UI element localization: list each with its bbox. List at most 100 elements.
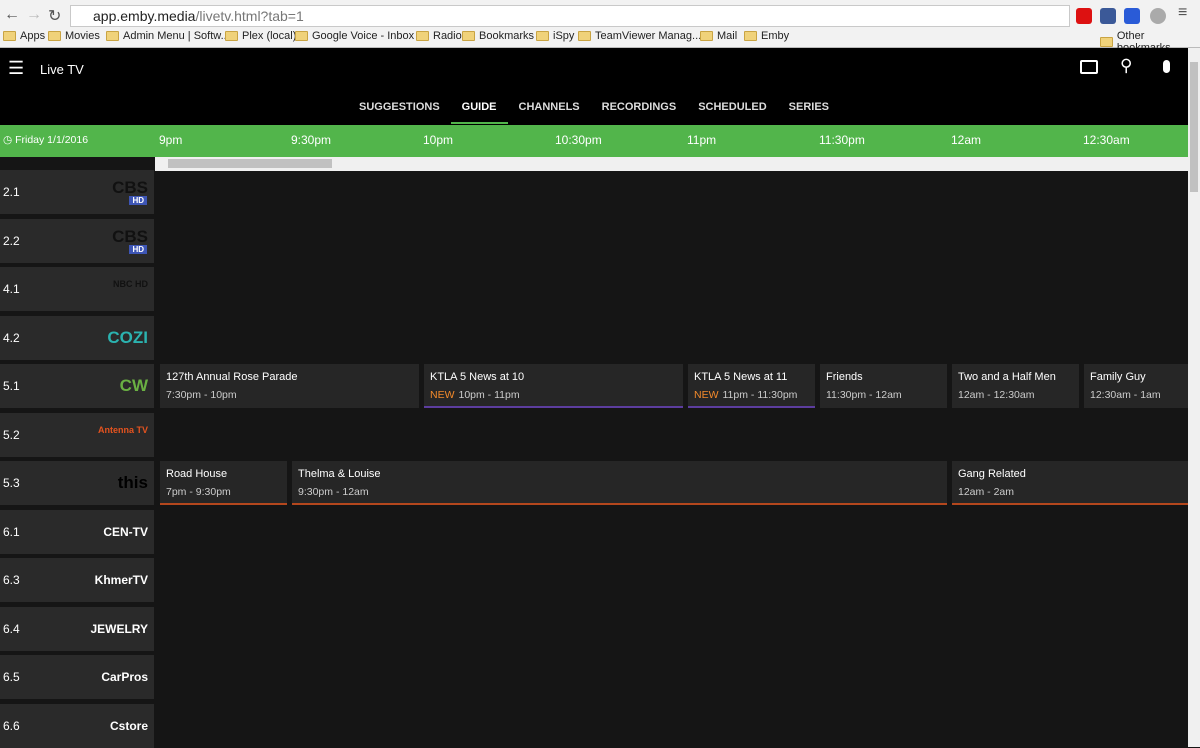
bookmark-item[interactable]: Emby bbox=[744, 30, 789, 42]
channel-row[interactable]: 2.2 CBS HD bbox=[0, 218, 154, 263]
address-bar[interactable]: app.emby.media/livetv.html?tab=1 bbox=[70, 5, 1070, 27]
bookmark-item[interactable]: Bookmarks bbox=[462, 30, 534, 42]
time-label: 11pm bbox=[687, 133, 717, 147]
program-time: 11pm - 11:30pm bbox=[722, 389, 798, 401]
channel-logo: COZI bbox=[107, 327, 148, 347]
channel-logo: Antenna TV bbox=[97, 424, 148, 435]
tab-guide[interactable]: GUIDE bbox=[450, 98, 508, 124]
bookmark-label: Plex (local) bbox=[242, 30, 297, 42]
program-time-row: 7:30pm - 10pm bbox=[166, 389, 413, 401]
program-time-row: NEW 10pm - 11pm bbox=[430, 389, 677, 401]
bookmark-item[interactable]: TeamViewer Manag... bbox=[578, 30, 701, 42]
channel-name: CarPros bbox=[101, 670, 148, 684]
program-cell[interactable]: Gang Related 12am - 2am bbox=[952, 461, 1188, 505]
bookmark-item[interactable]: Radio bbox=[416, 30, 462, 42]
horizontal-scrollbar[interactable] bbox=[155, 157, 1188, 171]
bookmark-icon bbox=[3, 31, 16, 41]
channel-number: 6.6 bbox=[3, 718, 20, 733]
back-icon[interactable]: ← bbox=[4, 6, 20, 24]
channel-number: 6.5 bbox=[3, 670, 20, 684]
channel-row[interactable]: 6.6 Cstore bbox=[0, 703, 154, 748]
program-time: 7:30pm - 10pm bbox=[166, 389, 237, 401]
tab-scheduled[interactable]: SCHEDULED bbox=[687, 98, 777, 124]
bookmark-label: Apps bbox=[20, 30, 46, 42]
bookmark-item[interactable]: Admin Menu | Softw... bbox=[106, 30, 230, 42]
channel-row[interactable]: 2.1 CBS HD bbox=[0, 170, 154, 214]
program-title: Thelma & Louise bbox=[298, 468, 381, 480]
channel-row[interactable]: 5.1 CW bbox=[0, 364, 154, 408]
program-cell[interactable]: 127th Annual Rose Parade 7:30pm - 10pm bbox=[160, 364, 419, 408]
bookmark-icon bbox=[462, 31, 475, 41]
bookmark-item[interactable]: Plex (local) bbox=[225, 30, 296, 42]
search-icon[interactable]: ⚲ bbox=[1120, 56, 1132, 76]
program-time: 12am - 12:30am bbox=[958, 389, 1035, 401]
program-title: Friends bbox=[826, 371, 863, 383]
program-time: 10pm - 11pm bbox=[458, 389, 520, 401]
channel-number: 6.4 bbox=[3, 621, 20, 636]
program-cell[interactable]: Friends 11:30pm - 12am bbox=[820, 364, 947, 408]
microphone-icon[interactable] bbox=[1163, 60, 1170, 73]
bookmark-icon bbox=[700, 31, 713, 41]
channel-row[interactable]: 5.3 this bbox=[0, 461, 154, 505]
forward-icon[interactable]: → bbox=[26, 6, 42, 24]
opera-icon[interactable] bbox=[1076, 8, 1092, 24]
bookmark-item[interactable]: Mail bbox=[700, 30, 737, 42]
program-title: KTLA 5 News at 10 bbox=[430, 371, 525, 383]
tab-channels[interactable]: CHANNELS bbox=[508, 98, 591, 124]
channel-logo: NBC HD bbox=[113, 279, 148, 289]
channel-logo: CW bbox=[119, 376, 148, 395]
program-time-row: 7pm - 9:30pm bbox=[166, 486, 281, 498]
tab-suggestions[interactable]: SUGGESTIONS bbox=[348, 98, 451, 124]
channel-number: 2.2 bbox=[3, 233, 20, 248]
program-time-row: 9:30pm - 12am bbox=[298, 486, 941, 498]
w-extension-icon[interactable] bbox=[1150, 8, 1166, 24]
channel-number: 6.3 bbox=[3, 573, 20, 587]
new-badge: NEW bbox=[694, 389, 719, 401]
bookmark-item[interactable]: Google Voice - Inbox bbox=[295, 30, 414, 42]
bookmark-label: Admin Menu | Softw... bbox=[123, 30, 230, 42]
vertical-scrollbar[interactable] bbox=[1188, 48, 1200, 747]
channel-name: Cstore bbox=[109, 718, 148, 733]
reload-icon[interactable]: ↻ bbox=[48, 6, 61, 26]
program-title: Family Guy bbox=[1090, 371, 1146, 383]
channel-number: 5.2 bbox=[3, 427, 20, 442]
tab-series[interactable]: SERIES bbox=[778, 98, 840, 124]
channel-row[interactable]: 4.1 NBC HD bbox=[0, 267, 154, 311]
time-label: 10pm bbox=[423, 133, 454, 147]
channel-logo-hd: HD bbox=[129, 244, 147, 254]
scrollbar-thumb[interactable] bbox=[1190, 62, 1198, 192]
program-cell[interactable]: KTLA 5 News at 10 NEW 10pm - 11pm bbox=[424, 364, 683, 408]
program-cell[interactable]: KTLA 5 News at 11 NEW 11pm - 11:30pm bbox=[688, 364, 815, 408]
channel-name: KhmerTV bbox=[94, 573, 148, 587]
url-path: /livetv.html?tab=1 bbox=[195, 8, 304, 24]
program-cell[interactable]: Thelma & Louise 9:30pm - 12am bbox=[292, 461, 947, 505]
scrollbar-thumb[interactable] bbox=[168, 159, 332, 168]
bookmark-icon bbox=[225, 31, 238, 41]
bookmark-item[interactable]: iSpy bbox=[536, 30, 574, 42]
bookmark-item[interactable]: Movies bbox=[48, 30, 100, 42]
program-cell[interactable]: Two and a Half Men 12am - 12:30am bbox=[952, 364, 1079, 408]
facebook-icon[interactable] bbox=[1100, 8, 1116, 24]
channel-row[interactable]: 6.1 CEN-TV bbox=[0, 509, 154, 554]
program-cell[interactable]: Road House 7pm - 9:30pm bbox=[160, 461, 287, 505]
tab-recordings[interactable]: RECORDINGS bbox=[591, 98, 688, 124]
cast-icon[interactable] bbox=[1080, 60, 1098, 74]
channel-row[interactable]: 4.2 COZI bbox=[0, 315, 154, 360]
program-cell[interactable]: Family Guy 12:30am - 1am bbox=[1084, 364, 1188, 408]
tab-bar: SUGGESTIONS GUIDE CHANNELS RECORDINGS SCHEDU… bbox=[0, 98, 1188, 124]
channel-row[interactable]: 5.2 Antenna TV bbox=[0, 412, 154, 457]
channel-name: JEWELRY bbox=[90, 621, 148, 636]
program-time: 9:30pm - 12am bbox=[298, 486, 369, 498]
program-title: KTLA 5 News at 11 bbox=[694, 371, 788, 383]
program-title: Road House bbox=[166, 468, 228, 480]
bookmark-icon bbox=[295, 31, 308, 41]
bookmark-item[interactable]: Apps bbox=[3, 30, 45, 42]
hamburger-menu-icon[interactable]: ☰ bbox=[8, 58, 24, 79]
menu-icon[interactable]: ≡ bbox=[1178, 4, 1187, 22]
bookmark-icon bbox=[416, 31, 429, 41]
download-icon[interactable] bbox=[1124, 8, 1140, 24]
browser-chrome: ← → ↻ app.emby.media/livetv.html?tab=1 ≡… bbox=[0, 0, 1200, 54]
channel-row[interactable]: 6.5 CarPros bbox=[0, 655, 154, 699]
channel-row[interactable]: 6.4 JEWELRY bbox=[0, 606, 154, 651]
channel-row[interactable]: 6.3 KhmerTV bbox=[0, 558, 154, 602]
